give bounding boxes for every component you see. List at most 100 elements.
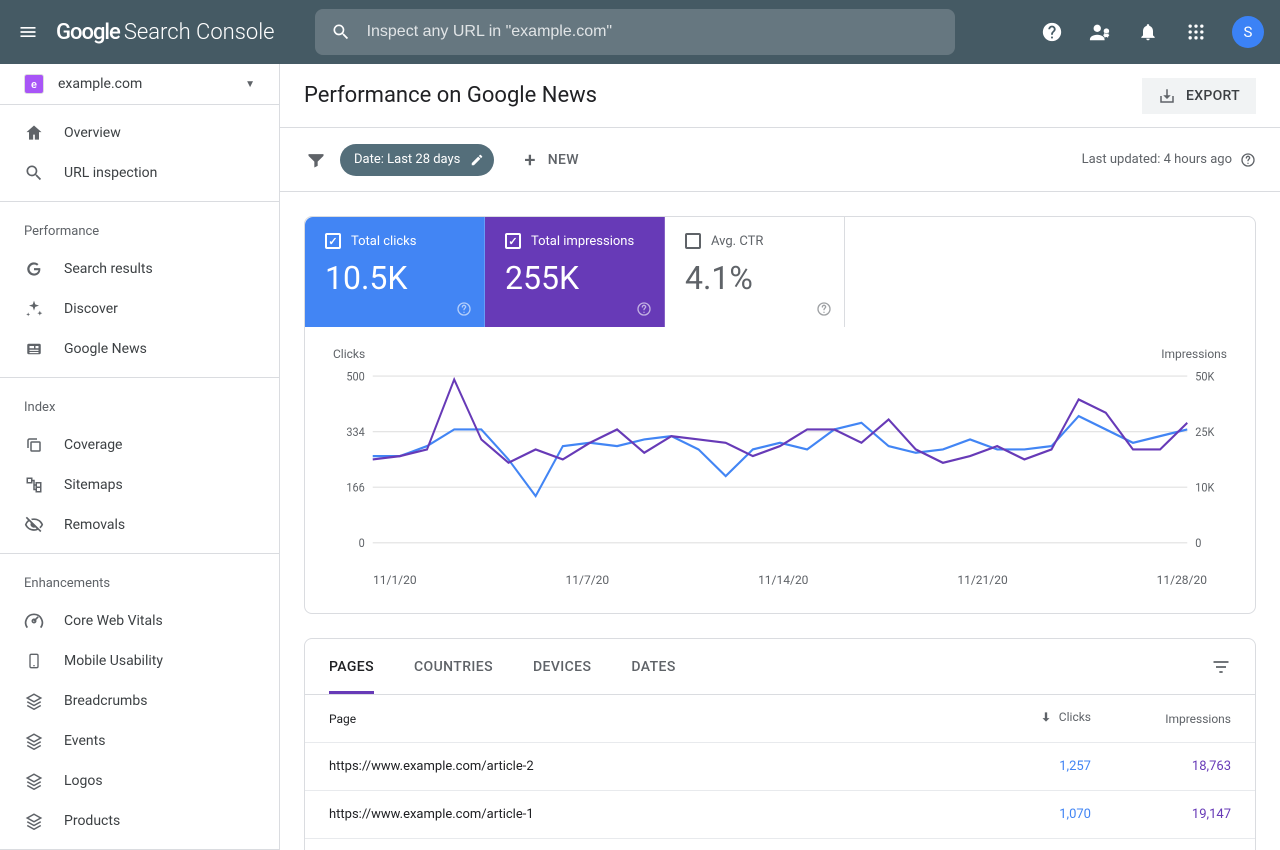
property-selector[interactable]: e example.com ▼: [0, 64, 279, 105]
sidebar-item-core-web-vitals[interactable]: Core Web Vitals: [0, 601, 279, 641]
help-icon[interactable]: [636, 301, 652, 317]
help-icon[interactable]: [1040, 20, 1064, 44]
performance-table-card: PAGES COUNTRIES DEVICES DATES Page Clicks: [304, 638, 1256, 850]
col-header-impressions[interactable]: Impressions: [1091, 712, 1231, 726]
sparkle-icon: [24, 299, 44, 319]
menu-icon[interactable]: [16, 20, 40, 44]
col-header-page[interactable]: Page: [329, 712, 951, 726]
metric-total-clicks[interactable]: Total clicks 10.5K: [305, 217, 485, 327]
help-icon[interactable]: [1240, 152, 1256, 168]
table-tabs: PAGES COUNTRIES DEVICES DATES: [305, 639, 1255, 695]
line-chart: 50050K33425K16610K00: [333, 365, 1227, 565]
svg-text:0: 0: [1195, 536, 1201, 551]
x-tick: 11/14/20: [758, 573, 808, 587]
edit-icon: [470, 153, 484, 167]
svg-text:0: 0: [359, 536, 365, 551]
sidebar-item-overview[interactable]: Overview: [0, 113, 279, 153]
svg-text:334: 334: [346, 425, 365, 440]
logo-google: Google: [56, 20, 120, 45]
tab-pages[interactable]: PAGES: [329, 639, 374, 694]
nav-section-title: Index: [0, 386, 279, 425]
checkbox-icon: [685, 233, 701, 249]
users-settings-icon[interactable]: [1088, 20, 1112, 44]
search-icon: [331, 22, 351, 42]
sidebar-item-coverage[interactable]: Coverage: [0, 425, 279, 465]
metric-clicks-value: 10.5K: [325, 259, 464, 297]
x-tick: 11/7/20: [566, 573, 610, 587]
x-tick: 11/1/20: [373, 573, 417, 587]
url-inspect-search[interactable]: [315, 9, 955, 55]
help-icon[interactable]: [456, 301, 472, 317]
metric-clicks-label: Total clicks: [351, 234, 416, 249]
layers-icon: [24, 731, 44, 751]
sidebar-item-label: Products: [64, 813, 120, 829]
x-tick: 11/28/20: [1157, 573, 1207, 587]
new-filter-button[interactable]: + NEW: [514, 144, 588, 176]
main-content: Performance on Google News EXPORT Date: …: [280, 64, 1280, 850]
sidebar-item-discover[interactable]: Discover: [0, 289, 279, 329]
filter-icon[interactable]: [1211, 657, 1231, 677]
sidebar-item-label: Google News: [64, 341, 147, 357]
sidebar-item-label: Events: [64, 733, 105, 749]
sidebar-item-sitemaps[interactable]: Sitemaps: [0, 465, 279, 505]
url-inspect-input[interactable]: [367, 23, 939, 41]
table-row[interactable]: https://www.example.com/article-598712,7…: [305, 839, 1255, 850]
plus-icon: +: [524, 148, 535, 172]
export-label: EXPORT: [1186, 88, 1240, 104]
tab-dates[interactable]: DATES: [631, 639, 675, 694]
home-icon: [24, 123, 44, 143]
sidebar-item-url-inspection[interactable]: URL inspection: [0, 153, 279, 193]
page-header: Performance on Google News EXPORT: [280, 64, 1280, 128]
eye-off-icon: [24, 515, 44, 535]
metric-total-impressions[interactable]: Total impressions 255K: [485, 217, 665, 327]
sidebar-item-google-news[interactable]: Google News: [0, 329, 279, 369]
svg-text:25K: 25K: [1195, 425, 1215, 440]
apps-icon[interactable]: [1184, 20, 1208, 44]
svg-text:500: 500: [346, 369, 364, 384]
date-filter-chip[interactable]: Date: Last 28 days: [340, 144, 494, 176]
help-icon[interactable]: [816, 301, 832, 317]
copy-icon: [24, 435, 44, 455]
layers-icon: [24, 811, 44, 831]
logo: Google Search Console: [56, 20, 275, 45]
sidebar-item-search-results[interactable]: Search results: [0, 249, 279, 289]
cell-impressions: 18,763: [1091, 759, 1231, 774]
logo-search-console: Search Console: [124, 20, 275, 45]
sidebar-item-removals[interactable]: Removals: [0, 505, 279, 545]
sidebar-item-products[interactable]: Products: [0, 801, 279, 841]
property-name: example.com: [58, 76, 231, 92]
app-header: Google Search Console S: [0, 0, 1280, 64]
sidebar-item-events[interactable]: Events: [0, 721, 279, 761]
tab-devices[interactable]: DEVICES: [533, 639, 591, 694]
metric-avg-ctr[interactable]: Avg. CTR 4.1%: [665, 217, 845, 327]
cell-page: https://www.example.com/article-2: [329, 759, 951, 774]
x-tick: 11/21/20: [957, 573, 1007, 587]
table-row[interactable]: https://www.example.com/article-21,25718…: [305, 743, 1255, 791]
sidebar-item-mobile-usability[interactable]: Mobile Usability: [0, 641, 279, 681]
col-header-clicks[interactable]: Clicks: [951, 710, 1091, 727]
tab-countries[interactable]: COUNTRIES: [414, 639, 493, 694]
table-row[interactable]: https://www.example.com/article-11,07019…: [305, 791, 1255, 839]
account-avatar[interactable]: S: [1232, 16, 1264, 48]
checkbox-checked-icon: [325, 233, 341, 249]
export-button[interactable]: EXPORT: [1142, 78, 1256, 114]
svg-text:50K: 50K: [1195, 369, 1215, 384]
sidebar-item-logos[interactable]: Logos: [0, 761, 279, 801]
sidebar-item-label: Core Web Vitals: [64, 613, 163, 629]
sidebar-item-label: Breadcrumbs: [64, 693, 147, 709]
cell-clicks: 1,070: [951, 807, 1091, 822]
metric-tiles: Total clicks 10.5K Total impressions: [305, 217, 1255, 327]
new-label: NEW: [548, 152, 579, 168]
notifications-icon[interactable]: [1136, 20, 1160, 44]
chart-x-axis: 11/1/20 11/7/20 11/14/20 11/21/20 11/28/20: [333, 565, 1227, 603]
sidebar-item-label: Sitemaps: [64, 477, 123, 493]
sidebar-item-label: URL inspection: [64, 165, 157, 181]
g-icon: [24, 259, 44, 279]
chevron-down-icon: ▼: [245, 79, 255, 90]
filter-icon[interactable]: [304, 150, 328, 170]
table-header-row: Page Clicks Impressions: [305, 695, 1255, 743]
metric-ctr-label: Avg. CTR: [711, 234, 763, 249]
sidebar-item-breadcrumbs[interactable]: Breadcrumbs: [0, 681, 279, 721]
phone-icon: [24, 651, 44, 671]
sort-desc-icon: [1039, 710, 1053, 724]
